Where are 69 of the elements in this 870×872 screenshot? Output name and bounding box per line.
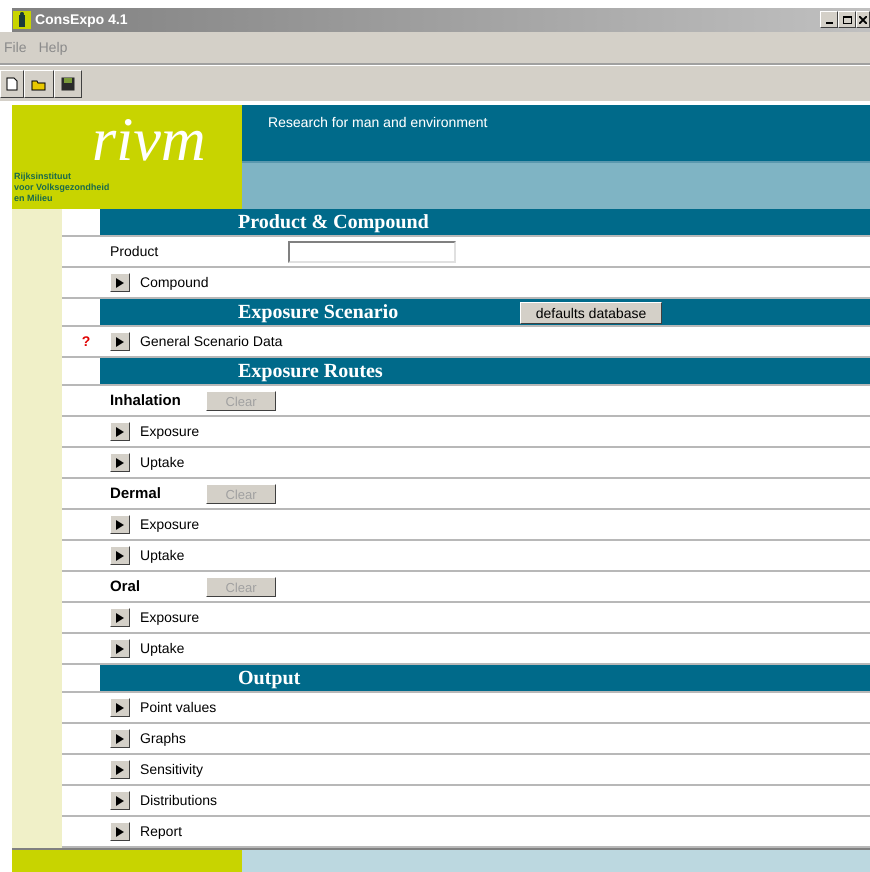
field-label: Product [110, 242, 160, 262]
play-arrow-icon [116, 426, 124, 437]
institute-name: Rijksinstituut [14, 170, 72, 182]
expand-button[interactable] [110, 422, 130, 442]
institute-name: en Milieu [14, 192, 54, 204]
section-title: Exposure Scenario [238, 300, 398, 326]
maximize-icon [842, 16, 852, 24]
expand-button[interactable] [110, 729, 130, 748]
play-arrow-icon [116, 520, 124, 530]
logo: rivm [92, 108, 206, 171]
section-title: Exposure Routes [238, 359, 383, 384]
expand-button[interactable] [110, 822, 130, 842]
close-button[interactable] [856, 11, 870, 28]
expand-button[interactable] [110, 791, 130, 810]
expand-button[interactable] [110, 453, 130, 472]
item-label: Uptake [140, 639, 184, 658]
maximize-button[interactable] [838, 11, 856, 28]
expand-button[interactable] [110, 760, 130, 780]
expand-button[interactable] [110, 332, 130, 352]
open-button[interactable] [24, 70, 54, 98]
expand-button[interactable] [110, 608, 130, 628]
window-title: ConsExpo 4.1 [35, 10, 128, 30]
product-input[interactable] [288, 240, 456, 263]
document-icon [6, 76, 18, 90]
close-icon [859, 16, 867, 24]
item-label: Report [140, 822, 182, 842]
play-arrow-icon [116, 734, 124, 744]
play-arrow-icon [116, 702, 124, 713]
item-label: Uptake [140, 546, 184, 566]
item-label: Graphs [140, 729, 186, 748]
expand-button[interactable] [110, 273, 130, 292]
expand-button[interactable] [110, 639, 130, 658]
item-label: Point values [140, 698, 216, 718]
play-arrow-icon [116, 826, 124, 837]
warning-mark: ? [82, 332, 90, 352]
section-title: Output [238, 666, 300, 692]
save-button[interactable] [54, 70, 82, 98]
play-arrow-icon [116, 796, 124, 806]
expand-button[interactable] [110, 698, 130, 718]
route-label: Inhalation [110, 390, 182, 411]
route-label: Oral [110, 576, 142, 597]
app-icon [13, 10, 31, 29]
item-label: General Scenario Data [140, 332, 282, 352]
play-arrow-icon [116, 278, 124, 288]
play-arrow-icon [116, 336, 124, 347]
item-label: Exposure [140, 608, 200, 628]
item-label: Compound [140, 273, 208, 292]
item-label: Sensitivity [140, 760, 204, 780]
play-arrow-icon [116, 550, 124, 561]
route-label: Dermal [110, 484, 162, 504]
play-arrow-icon [116, 612, 124, 623]
play-arrow-icon [116, 458, 124, 468]
menu-item[interactable]: Help [38, 36, 68, 58]
tagline: Research for man and environment [268, 114, 488, 130]
minimize-icon [826, 22, 832, 24]
menu-item[interactable]: File [4, 36, 27, 58]
expand-button[interactable] [110, 515, 130, 534]
item-label: Distributions [140, 791, 218, 810]
defaults-database-button[interactable]: defaults database [520, 302, 662, 324]
play-arrow-icon [116, 764, 124, 775]
item-label: Exposure [140, 515, 200, 534]
item-label: Exposure [140, 422, 200, 442]
item-label: Uptake [140, 453, 184, 472]
expand-button[interactable] [110, 546, 130, 566]
minimize-button[interactable] [820, 11, 838, 28]
play-arrow-icon [116, 644, 124, 654]
new-file-button[interactable] [0, 70, 24, 98]
institute-name: voor Volksgezondheid [14, 182, 110, 193]
section-title: Product & Compound [238, 210, 429, 236]
